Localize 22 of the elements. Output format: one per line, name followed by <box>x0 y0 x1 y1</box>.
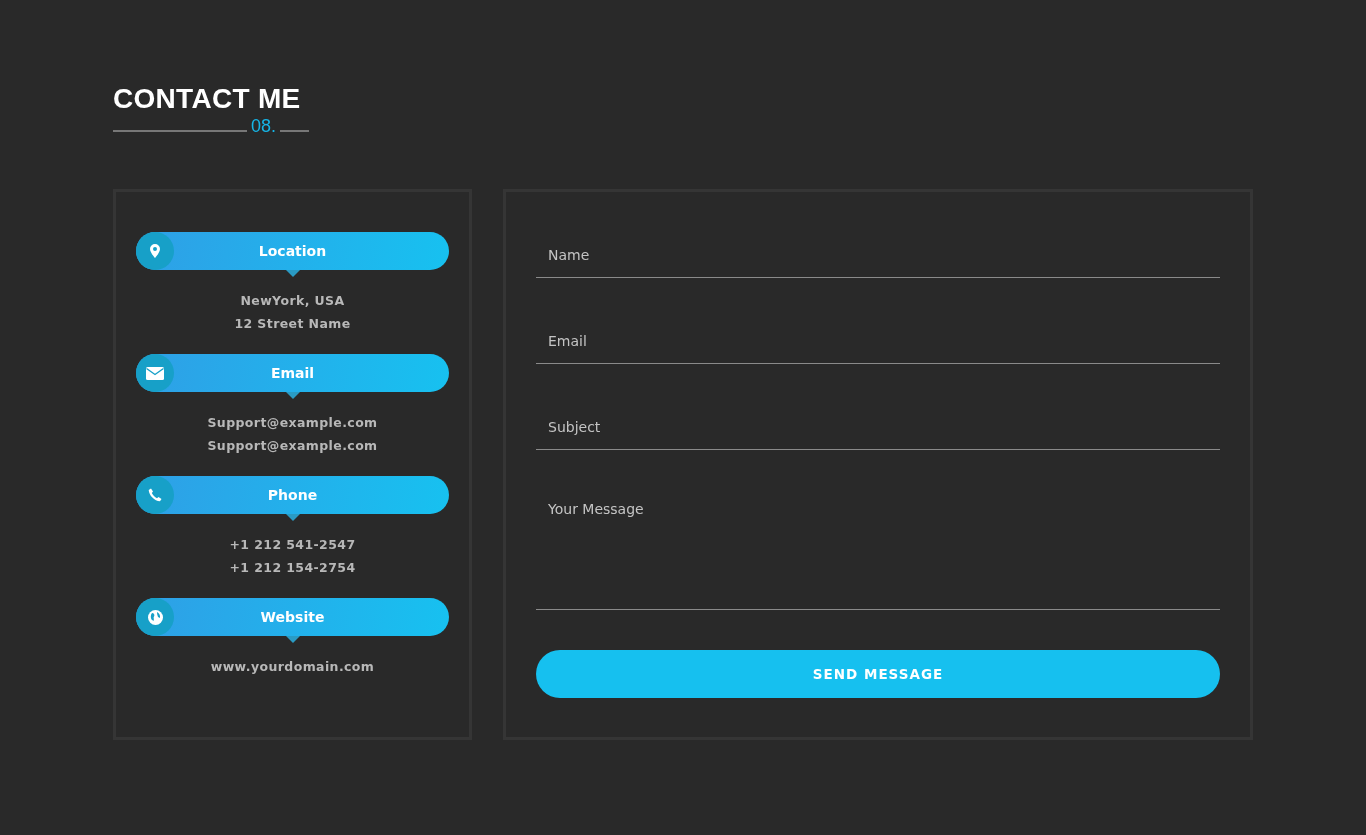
message-field[interactable]: Your Message <box>536 489 1220 610</box>
input-field[interactable]: Name <box>536 231 1220 278</box>
contact-detail: Support@example.com <box>206 414 379 432</box>
contact-detail: +1 212 541-2547 <box>228 536 357 554</box>
pointer-notch <box>285 514 300 521</box>
input-field[interactable]: Subject <box>536 403 1220 450</box>
contact-detail: +1 212 154-2754 <box>228 559 357 577</box>
envelope-icon <box>146 366 164 380</box>
contact-detail: www.yourdomain.com <box>209 658 376 676</box>
input-field[interactable]: Email <box>536 317 1220 364</box>
send-message-button[interactable]: SEND MESSAGE <box>536 650 1220 698</box>
map-pin-icon <box>150 244 160 258</box>
section-title: CONTACT ME <box>113 84 302 114</box>
contact-detail: Support@example.com <box>206 437 379 455</box>
pointer-notch <box>285 392 300 399</box>
contact-detail: NewYork, USA <box>239 292 346 310</box>
pointer-notch <box>285 270 300 277</box>
globe-icon <box>147 609 163 625</box>
pointer-notch <box>285 636 300 643</box>
contact-detail: 12 Street Name <box>233 315 352 333</box>
section-number: 08. <box>251 116 277 136</box>
phone-icon <box>148 488 162 502</box>
